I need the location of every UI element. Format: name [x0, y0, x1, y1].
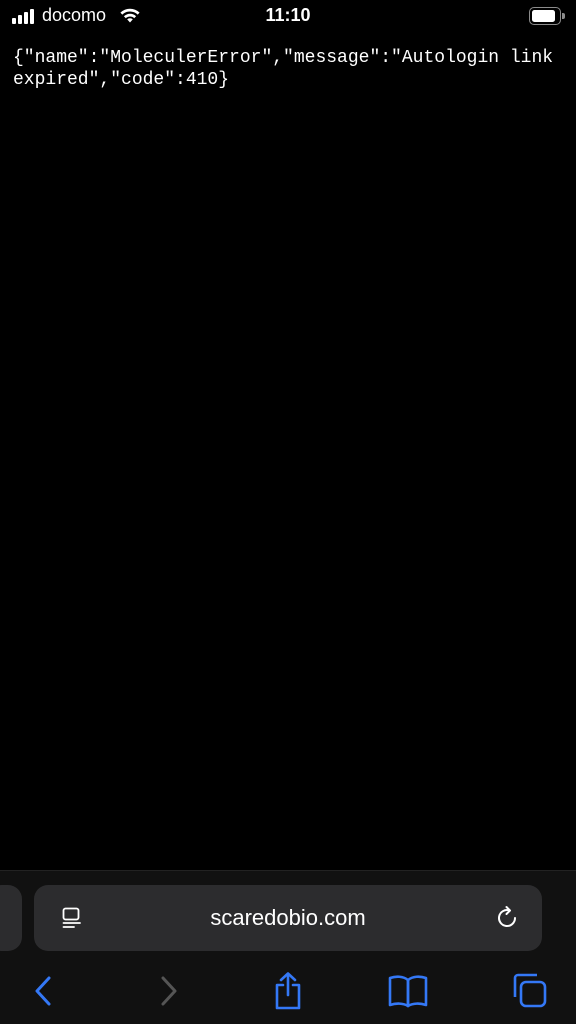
forward-button[interactable] [148, 971, 188, 1011]
tabs-icon [513, 973, 547, 1008]
page-content: {"name":"MoleculerError","message":"Auto… [13, 47, 565, 91]
chevron-left-icon [35, 976, 51, 1006]
url-text[interactable]: scaredobio.com [34, 905, 542, 931]
address-bar[interactable]: scaredobio.com [34, 885, 542, 951]
previous-tab-peek[interactable] [0, 885, 22, 951]
bookmarks-button[interactable] [388, 971, 428, 1011]
book-icon [388, 975, 428, 1008]
back-button[interactable] [24, 971, 64, 1011]
browser-toolbar [0, 967, 576, 1017]
status-time: 11:10 [265, 5, 311, 25]
error-json-text: {"name":"MoleculerError","message":"Auto… [13, 48, 564, 90]
share-button[interactable] [268, 971, 308, 1011]
share-icon [275, 972, 301, 1010]
chevron-right-icon [161, 976, 177, 1006]
tabs-button[interactable] [510, 971, 550, 1011]
battery-icon [529, 7, 565, 25]
browser-bottom-bar: scaredobio.com [0, 870, 576, 1024]
reload-icon[interactable] [494, 905, 520, 931]
status-bar: docomo 11:10 [0, 0, 576, 34]
